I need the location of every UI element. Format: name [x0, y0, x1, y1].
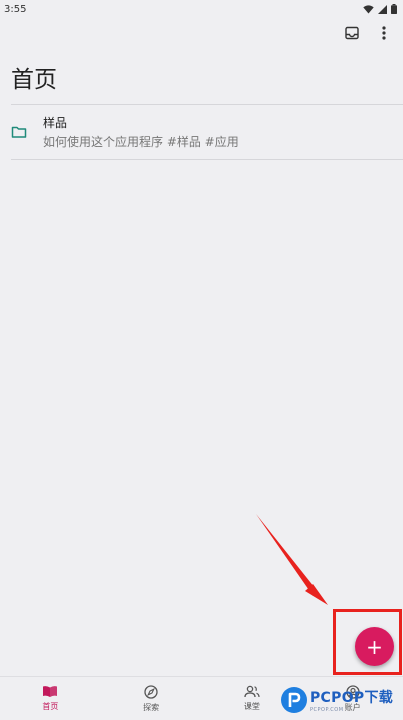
list-item[interactable]: 样品 如何使用这个应用程序 #样品 #应用: [0, 105, 403, 159]
inbox-button[interactable]: [339, 22, 365, 44]
status-icons: [363, 4, 397, 14]
nav-label-classroom: 课堂: [243, 702, 260, 711]
people-icon: [244, 685, 260, 698]
battery-icon: [391, 4, 397, 14]
add-button[interactable]: +: [355, 627, 394, 666]
plus-icon: +: [366, 634, 383, 659]
more-options-button[interactable]: [371, 22, 397, 44]
compass-icon: [144, 684, 158, 699]
watermark: PCPOP下载 PCPOP.COM: [281, 683, 401, 717]
signal-icon: [378, 4, 387, 14]
status-bar: 3:55: [0, 0, 403, 18]
watermark-text: PCPOP下载: [310, 690, 394, 706]
watermark-subtext: PCPOP.COM: [310, 707, 344, 713]
nav-item-home[interactable]: 首页: [0, 677, 101, 720]
list-item-subtitle: 如何使用这个应用程序 #样品 #应用: [43, 135, 239, 149]
inbox-icon: [345, 26, 359, 40]
watermark-text-wrap: PCPOP下载 PCPOP.COM: [310, 687, 393, 713]
watermark-logo-icon: [281, 687, 307, 713]
wifi-icon: [363, 4, 374, 14]
top-actions: [339, 22, 397, 44]
status-time: 3:55: [4, 3, 27, 15]
more-vert-icon: [382, 26, 386, 40]
page-title: 首页: [11, 67, 57, 93]
nav-item-explore[interactable]: 探索: [101, 677, 202, 720]
book-open-icon: [43, 686, 58, 697]
list-item-texts: 样品 如何使用这个应用程序 #样品 #应用: [43, 114, 239, 150]
divider: [11, 159, 403, 160]
folder-icon: [11, 126, 27, 138]
list-item-title: 样品: [43, 116, 68, 130]
nav-label-home: 首页: [42, 702, 59, 711]
nav-label-explore: 探索: [143, 702, 160, 712]
